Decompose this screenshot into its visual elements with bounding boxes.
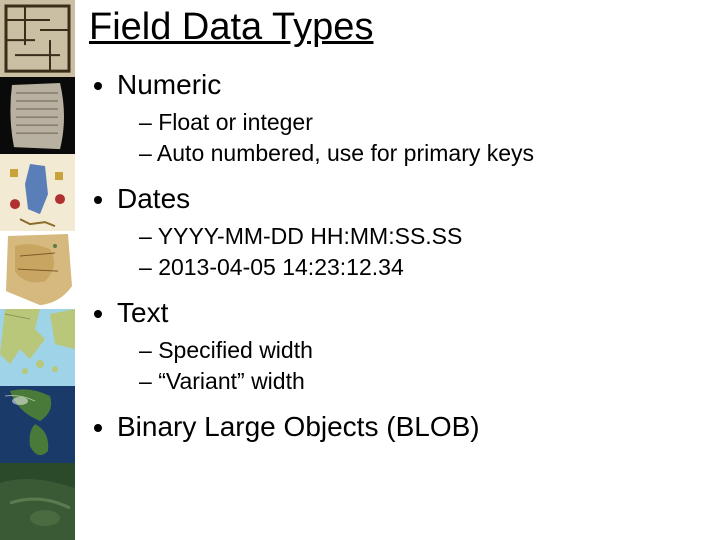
slide-title: Field Data Types [89,6,710,49]
sub-numeric-2: Auto numbered, use for primary keys [139,138,710,169]
thumb-old-map [0,231,75,308]
sidebar-thumbnails [0,0,75,540]
sublist-dates: YYYY-MM-DD HH:MM:SS.SS 2013-04-05 14:23:… [117,221,710,283]
slide: Field Data Types Numeric Float or intege… [0,0,720,540]
sublist-numeric: Float or integer Auto numbered, use for … [117,107,710,169]
bullet-blob-label: Binary Large Objects (BLOB) [117,411,480,442]
thumb-tablet [0,77,75,154]
bullet-blob: Binary Large Objects (BLOB) [117,411,710,443]
bullet-dates: Dates YYYY-MM-DD HH:MM:SS.SS 2013-04-05 … [117,183,710,283]
thumb-greece-map [0,309,75,386]
sub-text-2: “Variant” width [139,366,710,397]
thumb-maze [0,0,75,77]
slide-content: Field Data Types Numeric Float or intege… [75,0,720,540]
thumb-americas-map [0,386,75,463]
bullet-dates-label: Dates [117,183,190,214]
bullet-list: Numeric Float or integer Auto numbered, … [89,69,710,443]
bullet-numeric-label: Numeric [117,69,221,100]
thumb-illuminated-map [0,154,75,231]
sub-numeric-1: Float or integer [139,107,710,138]
thumb-satellite [0,463,75,540]
bullet-numeric: Numeric Float or integer Auto numbered, … [117,69,710,169]
sub-text-1: Specified width [139,335,710,366]
sublist-text: Specified width “Variant” width [117,335,710,397]
sub-dates-1: YYYY-MM-DD HH:MM:SS.SS [139,221,710,252]
sub-dates-2: 2013-04-05 14:23:12.34 [139,252,710,283]
bullet-text-label: Text [117,297,168,328]
bullet-text: Text Specified width “Variant” width [117,297,710,397]
